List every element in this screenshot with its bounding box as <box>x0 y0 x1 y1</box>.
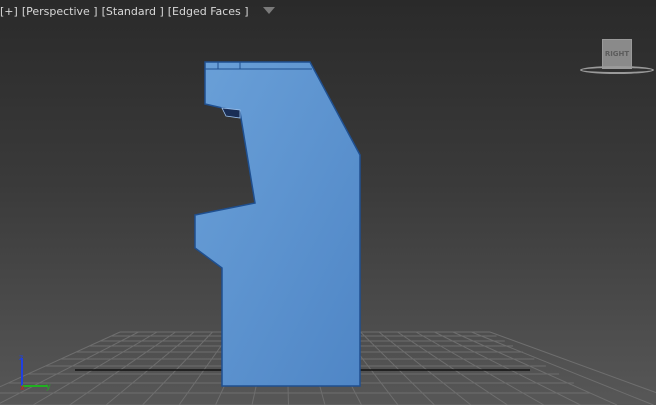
viewcube-compass-ring[interactable] <box>580 66 654 74</box>
arcade-cabinet-object[interactable] <box>194 61 361 387</box>
viewport-general-menu[interactable]: [+] <box>0 5 18 18</box>
funnel-icon[interactable] <box>262 7 275 14</box>
viewport-display-menu[interactable]: [Edged Faces ] <box>168 5 249 18</box>
viewcube-face-label: RIGHT <box>604 50 630 58</box>
svg-text:z: z <box>19 353 23 362</box>
viewport-label-menu: [+] [Perspective ] [Standard ] [Edged Fa… <box>0 5 275 18</box>
perspective-viewport[interactable]: z x y <box>0 0 656 405</box>
svg-text:y: y <box>46 382 51 391</box>
cabinet-screen-detail <box>221 107 241 119</box>
viewport-point-of-view-menu[interactable]: [Perspective ] <box>22 5 98 18</box>
axis-tripod: z x y <box>19 353 51 392</box>
viewcube[interactable]: RIGHT <box>602 39 632 69</box>
svg-text:x: x <box>20 383 25 392</box>
viewport-shading-menu[interactable]: [Standard ] <box>102 5 164 18</box>
